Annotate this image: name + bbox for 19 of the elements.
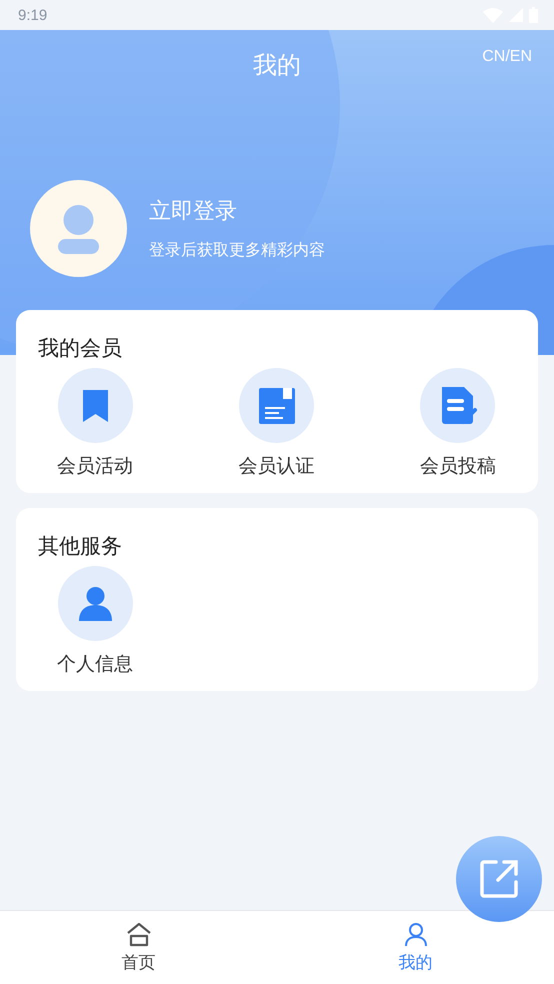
nav-tab[interactable]: 我的 [277, 911, 554, 984]
status-time: 9:19 [18, 6, 48, 24]
home-icon [124, 921, 152, 947]
service-item[interactable]: 会员认证 [218, 368, 334, 479]
person-icon [58, 566, 132, 641]
service-item[interactable]: 个人信息 [37, 566, 153, 677]
section-title: 其他服务 [38, 533, 122, 560]
document-icon [420, 368, 496, 443]
service-item[interactable]: 会员投稿 [400, 368, 516, 479]
section-title: 我的会员 [38, 335, 122, 362]
certificate-icon [238, 368, 314, 443]
person-icon [402, 921, 428, 947]
page-title: 我的 [253, 50, 301, 81]
external-link-icon [478, 858, 520, 900]
service-item[interactable]: 会员活动 [37, 368, 153, 479]
avatar-icon[interactable] [30, 180, 127, 277]
bookmark-icon [58, 368, 132, 443]
nav-tab[interactable]: 首页 [0, 911, 277, 984]
login-hint: 登录后获取更多精彩内容 [149, 240, 325, 261]
